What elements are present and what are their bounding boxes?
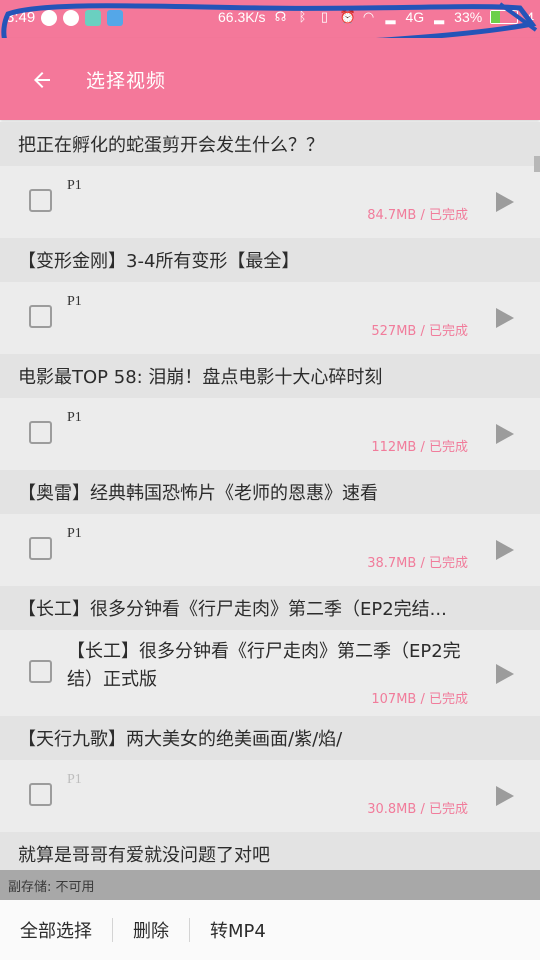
size-status: 527MB / 已完成: [371, 320, 468, 339]
video-group-title: 电影最TOP 58: 泪崩！盘点电影十大心碎时刻: [0, 354, 540, 398]
file-size: 112MB: [371, 440, 417, 455]
video-part-row[interactable]: P1 527MB / 已完成: [0, 282, 540, 354]
size-status: 38.7MB / 已完成: [367, 552, 468, 571]
select-all-button[interactable]: 全部选择: [0, 917, 112, 943]
part-label: P1: [67, 526, 82, 541]
network-type: 4G: [405, 9, 425, 25]
status-separator: /: [416, 208, 429, 223]
status-separator: /: [416, 802, 429, 817]
part-label: P1: [67, 772, 82, 787]
battery-icon: [490, 10, 519, 24]
vibrate-icon: ▯: [320, 9, 329, 24]
part-label: P1: [67, 178, 82, 193]
file-size: 38.7MB: [367, 556, 417, 571]
play-icon[interactable]: [496, 192, 514, 212]
status-right: 66.3K/s ☊ ᛒ ▯ ⏰ ◠ ▂ 4G ▂ 33% 4: [218, 9, 534, 25]
size-status: 112MB / 已完成: [371, 436, 468, 455]
part-label: 【长工】很多分钟看《行尸走肉》第二季（EP2完结）正式版: [67, 641, 461, 690]
convert-mp4-button[interactable]: 转MP4: [190, 917, 286, 943]
app-bar: 选择视频: [0, 38, 540, 120]
play-icon[interactable]: [496, 424, 514, 444]
delete-button[interactable]: 删除: [113, 917, 189, 943]
page-title: 选择视频: [86, 70, 167, 92]
back-arrow-icon: [34, 72, 50, 88]
part-label: P1: [67, 410, 82, 425]
video-group-title: 就算是哥哥有爱就没问题了对吧: [0, 832, 540, 870]
clipboard-icon: [107, 9, 124, 26]
download-status: 已完成: [428, 208, 468, 223]
download-status: 已完成: [428, 324, 468, 339]
play-icon[interactable]: [496, 540, 514, 560]
size-status: 107MB / 已完成: [371, 688, 468, 707]
file-size: 30.8MB: [367, 802, 417, 817]
play-icon[interactable]: [496, 786, 514, 806]
download-status: 已完成: [428, 692, 468, 707]
file-size: 107MB: [371, 692, 417, 707]
status-trailing: 4: [526, 9, 534, 25]
battery-fill: [491, 11, 500, 23]
status-time: 3:49: [6, 9, 36, 26]
status-separator: /: [416, 324, 429, 339]
select-checkbox[interactable]: [29, 189, 52, 212]
file-size: 84.7MB: [367, 208, 417, 223]
select-checkbox[interactable]: [29, 783, 52, 806]
file-size: 527MB: [371, 324, 417, 339]
bottom-action-bar: 全部选择 删除 转MP4: [0, 900, 540, 960]
select-checkbox[interactable]: [29, 305, 52, 328]
video-list[interactable]: 把正在孵化的蛇蛋剪开会发生什么？？ P1 84.7MB / 已完成 【变形金刚】3-4…: [0, 122, 540, 870]
select-checkbox[interactable]: [29, 537, 52, 560]
bluetooth-icon: ᛒ: [298, 9, 307, 24]
status-separator: /: [416, 692, 429, 707]
back-button[interactable]: [22, 60, 62, 100]
part-label: P1: [67, 294, 82, 309]
play-icon[interactable]: [496, 308, 514, 328]
alarm-icon: ⏰: [339, 9, 356, 24]
wifi-icon: ◠: [362, 9, 375, 24]
size-status: 84.7MB / 已完成: [367, 204, 468, 223]
battery-percent: 33%: [454, 9, 483, 25]
video-group-title: 【长工】很多分钟看《行尸走肉》第二季（EP2完结...: [0, 586, 540, 630]
download-status: 已完成: [428, 556, 468, 571]
download-status: 已完成: [428, 802, 468, 817]
signal-icon: ▂: [434, 9, 445, 24]
status-bar: 3:49 66.3K/s ☊ ᛒ ▯ ⏰ ◠ ▂ 4G ▂ 33% 4: [0, 0, 540, 52]
status-separator: /: [416, 556, 429, 571]
select-checkbox[interactable]: [29, 421, 52, 444]
download-status: 已完成: [428, 440, 468, 455]
video-part-row[interactable]: 【长工】很多分钟看《行尸走肉》第二季（EP2完结）正式版 107MB / 已完成: [0, 630, 540, 716]
video-part-row[interactable]: P1 84.7MB / 已完成: [0, 166, 540, 238]
video-part-row[interactable]: P1 112MB / 已完成: [0, 398, 540, 470]
video-part-row[interactable]: P1 30.8MB / 已完成: [0, 760, 540, 832]
storage-status: 副存储: 不可用: [0, 870, 540, 900]
select-checkbox[interactable]: [29, 660, 52, 683]
signal-icon: ▂: [385, 9, 396, 24]
video-group-title: 【天行九歌】两大美女的绝美画面/紫/焰/: [0, 716, 540, 760]
headphones-icon: ☊: [274, 9, 287, 24]
notification-app-icon: [41, 9, 58, 26]
status-left: 3:49: [6, 9, 124, 26]
screenshot-icon: [85, 9, 102, 26]
status-separator: /: [416, 440, 429, 455]
video-group-title: 【奥雷】经典韩国恐怖片《老师的恩惠》速看: [0, 470, 540, 514]
video-group-title: 把正在孵化的蛇蛋剪开会发生什么？？: [0, 122, 540, 166]
video-part-row[interactable]: P1 38.7MB / 已完成: [0, 514, 540, 586]
size-status: 30.8MB / 已完成: [367, 798, 468, 817]
notification-app-icon: [63, 9, 80, 26]
net-speed: 66.3K/s: [218, 9, 266, 25]
play-icon[interactable]: [496, 664, 514, 684]
scrollbar[interactable]: [534, 156, 540, 172]
video-group-title: 【变形金刚】3-4所有变形【最全】: [0, 238, 540, 282]
